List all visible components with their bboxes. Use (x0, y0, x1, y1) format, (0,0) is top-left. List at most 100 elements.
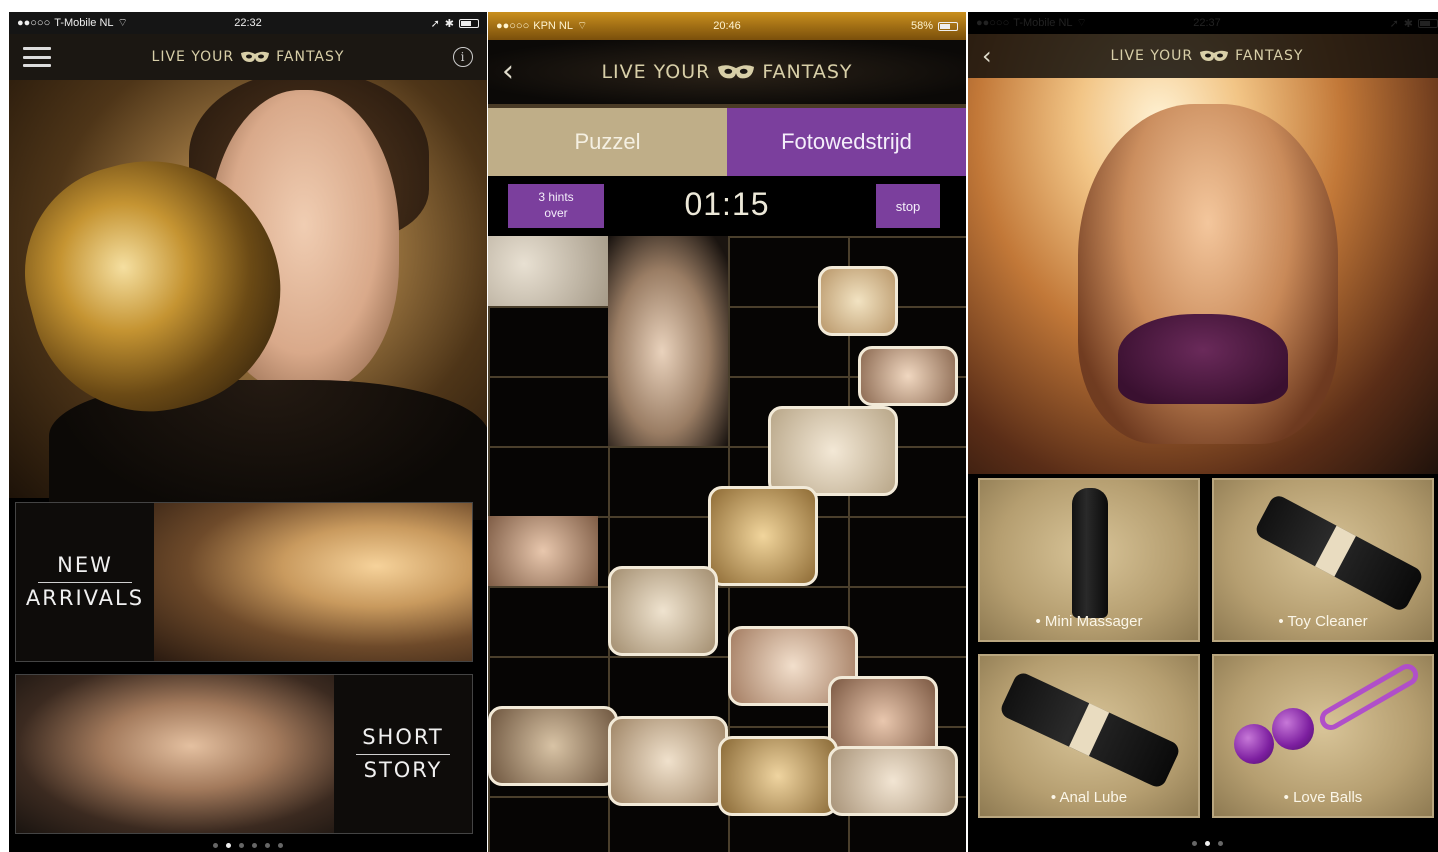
short-story-tile[interactable]: SHORT STORY (15, 674, 473, 834)
signal-icon: ●●○○○ (976, 17, 1010, 29)
logo-text-right: FANTASY (762, 61, 853, 83)
nav-bar: ‹ LIVE YOUR FANTASY (488, 40, 966, 104)
chevron-left-icon: ‹ (982, 42, 993, 70)
new-arrivals-line2: ARRIVALS (25, 585, 145, 610)
tab-puzzel[interactable]: Puzzel (488, 108, 727, 176)
status-right: 58% (911, 20, 958, 32)
page-dot (239, 843, 244, 848)
product-label: • Love Balls (1283, 789, 1363, 806)
puzzle-piece[interactable] (488, 236, 608, 306)
page-indicator[interactable] (9, 843, 487, 848)
page-dot (252, 843, 257, 848)
mask-icon (718, 65, 755, 79)
logo-text-left: LIVE YOUR (1110, 48, 1194, 64)
love-balls-image (1224, 659, 1424, 776)
carrier-info: ●●○○○ T-Mobile NL ⌔ (976, 16, 1087, 30)
product-tile-anal-lube[interactable]: • Anal Lube (978, 654, 1200, 818)
carrier-info: ●●○○○ T-Mobile NL ⌔ (17, 16, 128, 30)
info-button[interactable]: i (453, 47, 473, 67)
page-dot (1217, 841, 1223, 846)
status-right: ➚ ✱ (431, 17, 479, 30)
carrier-label: KPN NL (533, 20, 573, 32)
logo-text-right: FANTASY (276, 49, 345, 65)
status-bar: ●●○○○ T-Mobile NL ⌔ 22:37 ➚ ✱ (968, 12, 1438, 34)
new-arrivals-line1: NEW (57, 553, 113, 578)
puzzle-piece[interactable] (488, 516, 598, 586)
puzzle-board[interactable] (488, 236, 966, 852)
cleaner-bottle-image (1253, 492, 1425, 614)
carrier-label: T-Mobile NL (1013, 17, 1073, 29)
wifi-icon: ⌔ (1076, 17, 1087, 29)
puzzle-piece[interactable] (858, 346, 958, 406)
battery-icon (1418, 18, 1438, 28)
carrier-label: T-Mobile NL (54, 17, 114, 29)
hamburger-icon (23, 47, 51, 67)
logo-text-right: FANTASY (1235, 48, 1304, 64)
bluetooth-icon: ✱ (444, 17, 454, 30)
product-tile-toy-cleaner[interactable]: • Toy Cleaner (1212, 478, 1434, 642)
info-icon: i (453, 47, 473, 67)
puzzle-piece[interactable] (608, 716, 728, 806)
status-time: 22:37 (1193, 17, 1221, 29)
signal-icon: ●●○○○ (496, 20, 530, 32)
page-dot (265, 843, 270, 848)
product-label: • Mini Massager (1035, 613, 1143, 630)
new-arrivals-image (154, 503, 472, 661)
massager-image (1072, 488, 1108, 618)
puzzle-piece[interactable] (718, 736, 838, 816)
screen-products: ●●○○○ T-Mobile NL ⌔ 22:37 ➚ ✱ ‹ LIVE YOU… (968, 12, 1438, 852)
mode-tabs: Puzzel Fotowedstrijd (488, 104, 966, 176)
mask-icon (1200, 50, 1229, 61)
screen-puzzle: ●●○○○ KPN NL ⌔ 20:46 58% ‹ LIVE YOUR FAN… (488, 12, 966, 852)
page-indicator[interactable] (968, 841, 1438, 846)
new-arrivals-label: NEW ARRIVALS (16, 503, 154, 661)
puzzle-piece[interactable] (608, 236, 728, 446)
product-grid: • Mini Massager • Toy Cleaner • Anal Lub… (968, 474, 1438, 852)
puzzle-piece[interactable] (818, 266, 898, 336)
screen-home: ●●○○○ T-Mobile NL ⌔ 22:32 ➚ ✱ LIVE YOUR … (9, 12, 487, 852)
wifi-icon: ⌔ (576, 20, 588, 32)
stop-button[interactable]: stop (876, 184, 940, 228)
product-tile-love-balls[interactable]: • Love Balls (1212, 654, 1434, 818)
location-icon: ➚ (430, 17, 440, 30)
label-divider (356, 753, 450, 755)
nav-bar: LIVE YOUR FANTASY i (9, 34, 487, 80)
signal-icon: ●●○○○ (17, 17, 51, 29)
status-bar: ●●○○○ T-Mobile NL ⌔ 22:32 ➚ ✱ (9, 12, 487, 34)
status-time: 20:46 (713, 20, 741, 32)
wifi-icon: ⌔ (117, 17, 128, 29)
short-story-line1: SHORT (362, 725, 444, 750)
app-logo: LIVE YOUR FANTASY (1111, 48, 1304, 64)
hero-image[interactable] (968, 34, 1438, 474)
puzzle-piece[interactable] (828, 746, 958, 816)
puzzle-piece[interactable] (608, 566, 718, 656)
puzzle-piece[interactable] (488, 706, 618, 786)
back-button[interactable]: ‹ (502, 57, 515, 87)
puzzle-piece[interactable] (708, 486, 818, 586)
menu-button[interactable] (23, 47, 51, 67)
battery-icon (938, 21, 958, 31)
mask-icon (241, 51, 270, 62)
location-icon: ➚ (1389, 17, 1399, 30)
tab-fotowedstrijd[interactable]: Fotowedstrijd (727, 108, 966, 176)
short-story-image (16, 675, 334, 833)
game-controls: 3 hints over 01:15 stop (488, 176, 966, 236)
battery-percent: 58% (910, 20, 933, 32)
page-dot (213, 843, 218, 848)
page-dot (278, 843, 283, 848)
page-dot-active (226, 843, 231, 848)
chevron-left-icon: ‹ (502, 54, 515, 89)
logo-text-left: LIVE YOUR (601, 61, 711, 83)
lube-bottle-image (998, 670, 1182, 790)
product-tile-mini-massager[interactable]: • Mini Massager (978, 478, 1200, 642)
new-arrivals-tile[interactable]: NEW ARRIVALS (15, 502, 473, 662)
hero-image[interactable] (9, 70, 487, 520)
status-time: 22:32 (234, 17, 262, 29)
page-dot-active (1204, 841, 1210, 846)
carrier-info: ●●○○○ KPN NL ⌔ (496, 19, 587, 33)
short-story-label: SHORT STORY (334, 675, 472, 833)
status-right: ➚ ✱ (1390, 17, 1438, 30)
back-button[interactable]: ‹ (982, 44, 993, 68)
product-label: • Anal Lube (1050, 789, 1128, 806)
puzzle-piece[interactable] (768, 406, 898, 496)
